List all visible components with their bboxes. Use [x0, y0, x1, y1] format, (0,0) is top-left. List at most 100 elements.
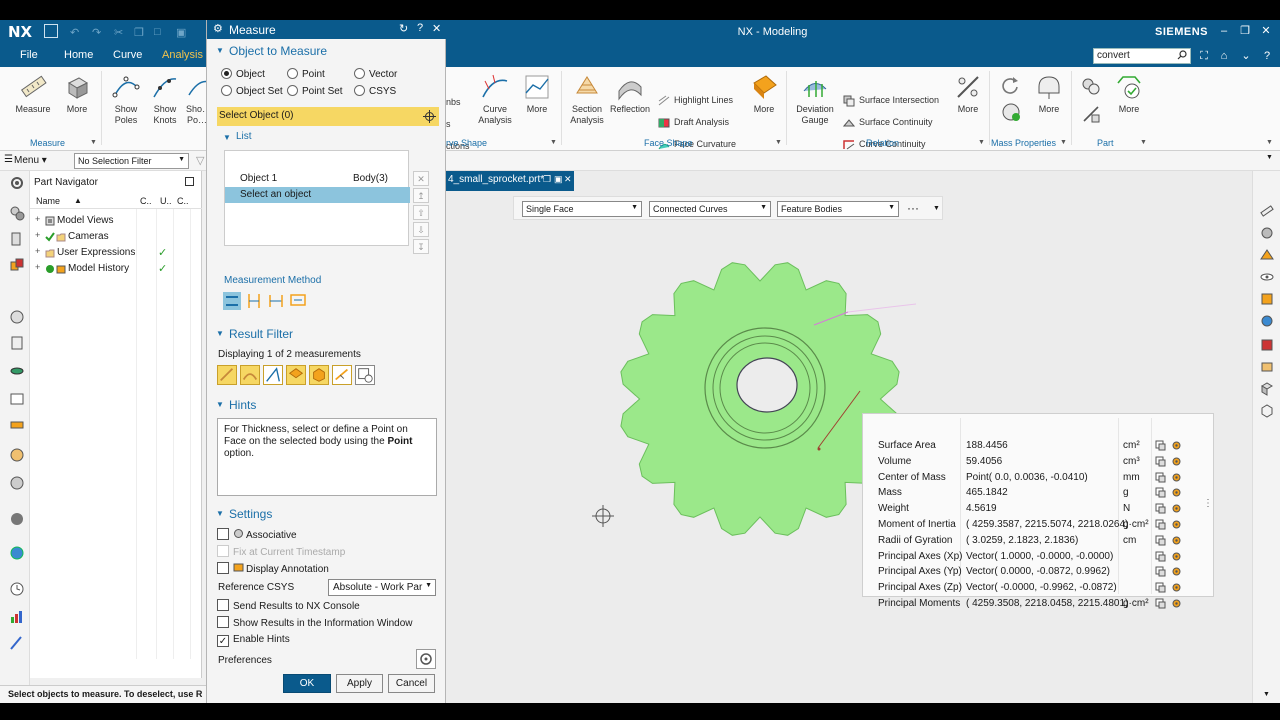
close-icon[interactable]: ✕ [432, 22, 441, 35]
display-icon[interactable] [1259, 291, 1275, 307]
globe-icon[interactable] [9, 545, 25, 561]
chevron-down-icon[interactable]: ▼ [1060, 139, 1067, 146]
history-navigator-icon[interactable] [9, 309, 25, 325]
distance-method-icon[interactable] [245, 292, 263, 310]
draft-analysis-button[interactable]: Draft Analysis [658, 115, 729, 129]
reflection-button[interactable]: Reflection [608, 73, 652, 115]
copy-icon[interactable] [1155, 582, 1166, 593]
chevron-down-icon[interactable]: ▼ [1266, 154, 1273, 161]
expand-icon[interactable]: + [35, 230, 40, 240]
copy-icon[interactable] [1155, 535, 1166, 546]
constraint-navigator-icon[interactable] [9, 231, 25, 247]
list-filter-icon[interactable] [355, 365, 375, 385]
eye-icon[interactable] [1259, 269, 1275, 285]
display-toggle-icon[interactable] [1171, 487, 1182, 498]
part-assembly-icon[interactable] [1080, 75, 1102, 97]
chevron-down-icon[interactable]: ▼ [775, 139, 782, 146]
filter-icon[interactable]: ▽ [196, 154, 204, 167]
screen-method-icon[interactable] [289, 292, 307, 310]
show-knots-button[interactable]: Show Knots [146, 73, 184, 126]
ok-button[interactable]: OK [283, 674, 331, 693]
associative-checkbox[interactable]: Associative [217, 528, 297, 542]
display-toggle-icon[interactable] [1171, 519, 1182, 530]
radius-filter-icon[interactable] [332, 365, 352, 385]
sort-up-icon[interactable]: ▲ [74, 196, 82, 205]
surface-continuity-button[interactable]: Surface Continuity [843, 115, 933, 129]
clock-icon[interactable] [9, 581, 25, 597]
show-poles-button[interactable]: Show Poles [106, 73, 146, 126]
close-icon[interactable]: ✕ [564, 174, 572, 185]
palette-icon[interactable] [9, 447, 25, 463]
show-info-window-checkbox[interactable]: Show Results in the Information Window [217, 616, 413, 630]
mass-icon[interactable] [1000, 101, 1022, 123]
role-icon[interactable] [9, 475, 25, 491]
move-top-icon[interactable]: ↥ [413, 188, 429, 203]
gear-icon[interactable]: ⚙ [213, 22, 223, 35]
part-navigator-icon[interactable] [9, 257, 25, 273]
tree-item-model-views[interactable]: + Model Views [30, 213, 202, 229]
list-item[interactable]: Object 1 Body(3) [225, 171, 410, 187]
face-more-button[interactable]: More [746, 73, 782, 115]
help-icon[interactable]: ? [1261, 50, 1273, 62]
apply-button[interactable]: Apply [336, 674, 383, 693]
display-toggle-icon[interactable] [1171, 440, 1182, 451]
scroll-down-icon[interactable]: ▼ [1263, 691, 1270, 698]
copy-icon[interactable] [1155, 566, 1166, 577]
chevron-down-icon[interactable]: ▼ [933, 205, 940, 212]
tree-item-model-history[interactable]: + Model History ✓ [30, 261, 202, 277]
curve-rule-dropdown[interactable]: Connected Curves ▼ [649, 201, 771, 217]
display-toggle-icon[interactable] [1171, 535, 1182, 546]
ruler-icon[interactable] [1259, 203, 1275, 219]
display-toggle-icon[interactable] [1171, 456, 1182, 467]
thickness-method-icon[interactable] [223, 292, 241, 310]
move-up-icon[interactable]: ⇧ [413, 205, 429, 220]
face-rule-dropdown[interactable]: Single Face ▼ [522, 201, 642, 217]
relation-more-button[interactable]: More [950, 73, 986, 115]
cancel-button[interactable]: Cancel [388, 674, 435, 693]
help-icon[interactable]: ? [417, 22, 423, 34]
section-object-to-measure[interactable]: ▼ Object to Measure [207, 42, 447, 60]
chevron-down-icon[interactable]: ▼ [1266, 139, 1273, 146]
chevron-down-icon[interactable]: ▼ [550, 139, 557, 146]
measure-more-button[interactable]: More [58, 73, 96, 115]
section-settings[interactable]: ▼ Settings [207, 505, 447, 523]
chevron-down-icon[interactable]: ▼ [1140, 139, 1147, 146]
section-analysis-button[interactable]: Section Analysis [566, 73, 608, 126]
part-compare-icon[interactable] [1080, 103, 1102, 125]
close-window-icon[interactable]: ✕ [1259, 24, 1273, 38]
area-filter-icon[interactable] [286, 365, 306, 385]
search-icon[interactable] [1177, 50, 1187, 60]
column-c2[interactable]: C.. [177, 196, 189, 206]
show-more-button[interactable]: Sho… Po… [186, 73, 208, 126]
copy-icon[interactable] [1155, 598, 1166, 609]
tab-home[interactable]: Home [64, 49, 93, 61]
chart-icon[interactable] [9, 609, 25, 625]
minimize-icon[interactable]: – [1217, 24, 1231, 38]
move-down-icon[interactable]: ⇩ [413, 222, 429, 237]
deviation-gauge-button[interactable]: Deviation Gauge [792, 73, 838, 126]
menu-button[interactable]: Menu ▾ [14, 155, 47, 166]
surface-intersection-button[interactable]: Surface Intersection [843, 93, 939, 107]
select-object-row[interactable]: Select Object (0) [217, 107, 439, 126]
display-toggle-icon[interactable] [1171, 566, 1182, 577]
radio-object-set[interactable]: Object Set [221, 85, 283, 99]
radio-csys[interactable]: CSYS [354, 85, 396, 99]
move-bottom-icon[interactable]: ↧ [413, 239, 429, 254]
history-icon[interactable] [9, 417, 25, 433]
radio-object[interactable]: Object [221, 68, 265, 82]
display-toggle-icon[interactable] [1171, 472, 1182, 483]
distance-filter-icon[interactable] [217, 365, 237, 385]
expand-icon[interactable]: + [35, 262, 40, 272]
enable-hints-checkbox[interactable]: ✓ Enable Hints [217, 633, 290, 647]
chevron-down-icon[interactable]: ⌄ [1240, 50, 1252, 62]
fullscreen-icon[interactable]: ⛶ [1198, 50, 1210, 62]
panel-grip-icon[interactable]: ⋮ [1203, 498, 1213, 509]
refresh-icon[interactable] [1000, 75, 1020, 95]
expand-icon[interactable]: + [35, 214, 40, 224]
highlight-lines-button[interactable]: Highlight Lines [658, 93, 733, 107]
display-toggle-icon[interactable] [1171, 598, 1182, 609]
cube-icon[interactable] [1259, 381, 1275, 397]
mass-more-button[interactable]: More [1032, 73, 1066, 115]
body-rule-dropdown[interactable]: Feature Bodies ▼ [777, 201, 899, 217]
column-c[interactable]: C.. [140, 196, 152, 206]
